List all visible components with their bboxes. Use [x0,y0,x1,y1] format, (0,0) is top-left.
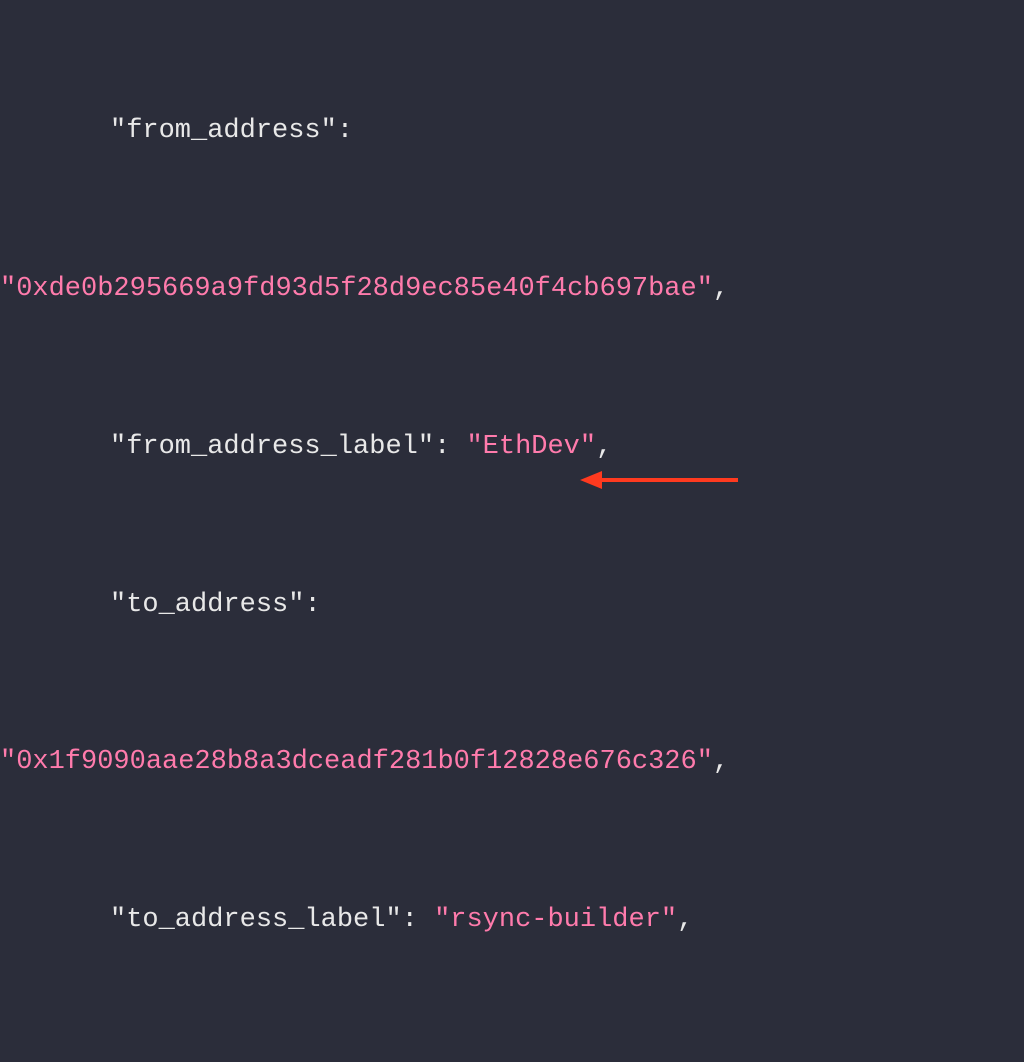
code-line: "from_address_label": "EthDev", [0,421,1024,474]
code-line: "0xde0b295669a9fd93d5f28d9ec85e40f4cb697… [0,263,1024,316]
json-key: "from_address" [110,116,337,146]
code-line: "to_address": [0,579,1024,632]
colon: : [402,905,434,935]
code-line: "0x1f9090aae28b8a3dceadf281b0f12828e676c… [0,736,1024,789]
colon: : [304,590,320,620]
code-line: "from_address": [0,105,1024,158]
comma: , [677,905,693,935]
json-key: "to_address_label" [110,905,402,935]
json-code-block: "from_address": "0xde0b295669a9fd93d5f28… [0,0,1024,1062]
json-key: "to_address" [110,590,304,620]
json-key: "from_address_label" [110,432,434,462]
json-string: "rsync-builder" [434,905,677,935]
comma: , [713,747,729,777]
comma: , [596,432,612,462]
colon: : [434,432,466,462]
json-string: "EthDev" [466,432,596,462]
json-string: "0xde0b295669a9fd93d5f28d9ec85e40f4cb697… [0,274,713,304]
code-line: "to_address_label": "rsync-builder", [0,894,1024,947]
arrow-annotation-icon [580,468,740,492]
colon: : [337,116,353,146]
comma: , [713,274,729,304]
code-line: "amount": "1", [0,1052,1024,1062]
json-string: "0x1f9090aae28b8a3dceadf281b0f12828e676c… [0,747,713,777]
